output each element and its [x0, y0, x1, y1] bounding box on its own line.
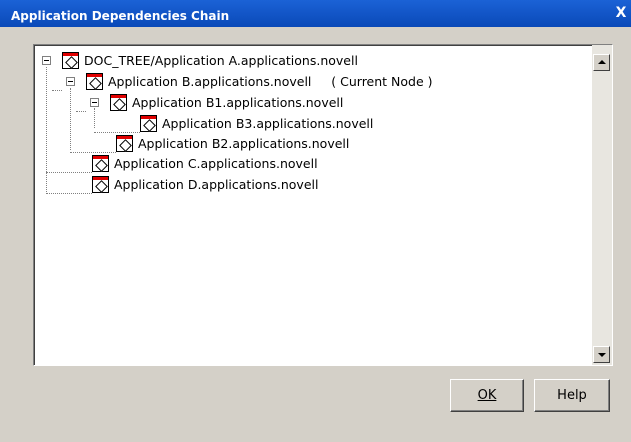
- tree-node-application-b2[interactable]: Application B2.applications.novell: [116, 135, 416, 153]
- application-object-icon: [110, 94, 127, 111]
- tree-node-label: Application B1.applications.novell: [132, 95, 344, 110]
- scroll-down-button[interactable]: [593, 346, 610, 363]
- application-object-icon: [92, 176, 109, 193]
- dialog-window: Application Dependencies Chain X DOC_TRE…: [0, 0, 631, 442]
- application-object-icon: [92, 155, 109, 172]
- vertical-scrollbar[interactable]: [592, 45, 612, 365]
- title-bar[interactable]: Application Dependencies Chain X: [0, 0, 631, 27]
- tree-node-application-b1[interactable]: Application B1.applications.novell: [90, 94, 410, 112]
- tree-node-application-b3[interactable]: Application B3.applications.novell: [140, 115, 440, 133]
- help-button[interactable]: Help: [534, 379, 610, 412]
- application-object-icon: [62, 52, 79, 69]
- application-object-icon: [140, 115, 157, 132]
- tree-connector: [46, 193, 92, 194]
- tree-connector: [94, 132, 140, 133]
- tree-connector: [46, 67, 47, 192]
- tree-node-application-b[interactable]: Application B.applications.novell ( Curr…: [66, 73, 496, 91]
- scroll-up-button[interactable]: [593, 54, 610, 71]
- dependency-tree: DOC_TREE/Application A.applications.nove…: [34, 45, 590, 365]
- application-object-icon: [116, 135, 133, 152]
- collapse-toggle[interactable]: [90, 98, 99, 107]
- tree-connector: [70, 152, 116, 153]
- window-title: Application Dependencies Chain: [11, 9, 230, 23]
- collapse-toggle[interactable]: [42, 56, 51, 65]
- tree-node-label: Application B.applications.novell ( Curr…: [108, 74, 433, 89]
- tree-connector: [70, 88, 71, 150]
- ok-button[interactable]: OK: [450, 379, 524, 412]
- tree-node-label: DOC_TREE/Application A.applications.nove…: [84, 53, 358, 68]
- dependency-tree-panel: DOC_TREE/Application A.applications.nove…: [33, 44, 613, 366]
- tree-connector: [76, 111, 86, 112]
- tree-node-label: Application B3.applications.novell: [162, 116, 374, 131]
- chevron-up-icon: [598, 60, 606, 64]
- application-object-icon: [86, 73, 103, 90]
- tree-connector: [46, 172, 92, 173]
- tree-node-label: Application B2.applications.novell: [138, 136, 350, 151]
- tree-node-application-d[interactable]: Application D.applications.novell: [92, 176, 392, 194]
- tree-node-application-a[interactable]: DOC_TREE/Application A.applications.nove…: [42, 52, 442, 70]
- collapse-toggle[interactable]: [66, 77, 75, 86]
- close-button[interactable]: X: [613, 5, 629, 21]
- tree-connector: [52, 90, 62, 91]
- tree-node-application-c[interactable]: Application C.applications.novell: [92, 155, 392, 173]
- chevron-down-icon: [598, 353, 606, 357]
- tree-node-label: Application D.applications.novell: [114, 177, 319, 192]
- tree-node-label: Application C.applications.novell: [114, 156, 318, 171]
